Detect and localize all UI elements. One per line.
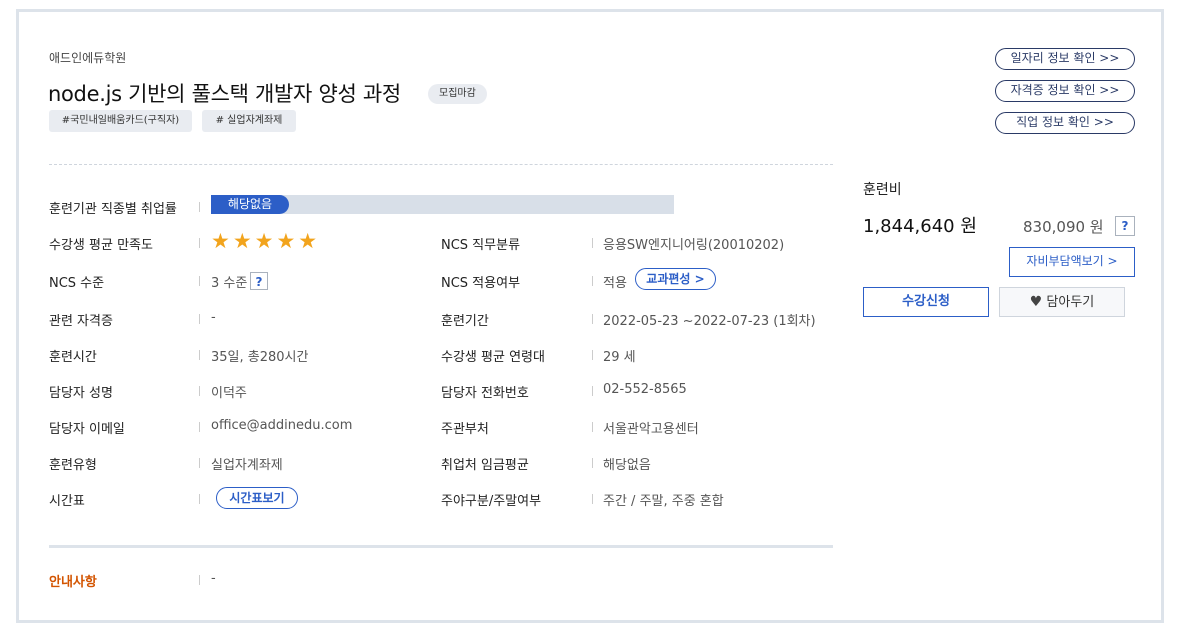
- separator: [199, 350, 200, 360]
- separator: [199, 458, 200, 468]
- section-divider: [49, 545, 833, 548]
- separator: [592, 386, 593, 396]
- separator: [592, 350, 593, 360]
- star-rating-icon: ★★★★★: [211, 229, 321, 253]
- fee-help-icon[interactable]: ?: [1115, 216, 1135, 236]
- avg-age-value: 29 세: [603, 350, 636, 365]
- department-label: 주관부처: [441, 422, 489, 437]
- manager-phone-value: 02-552-8565: [603, 382, 687, 397]
- training-time-label: 훈련시간: [49, 350, 97, 365]
- header-divider: [49, 164, 833, 165]
- status-badge: 모집마감: [428, 84, 487, 104]
- ncs-category-value: 응용SW엔지니어링(20010202): [603, 238, 785, 253]
- separator: [592, 314, 593, 324]
- ncs-apply-label: NCS 적용여부: [441, 276, 521, 291]
- manager-name-value: 이덕주: [211, 386, 247, 401]
- avg-age-label: 수강생 평균 연령대: [441, 350, 545, 365]
- separator: [199, 202, 200, 212]
- fee-total: 1,844,640 원: [863, 216, 977, 237]
- certificate-label: 관련 자격증: [49, 314, 113, 329]
- fee-self-pay: 830,090 원: [1023, 218, 1104, 236]
- separator: [592, 422, 593, 432]
- tag-unemployed-account: # 실업자계좌제: [202, 110, 296, 132]
- separator: [199, 276, 200, 286]
- separator: [592, 276, 593, 286]
- ncs-level-label: NCS 수준: [49, 276, 105, 291]
- separator: [199, 575, 200, 585]
- course-title: node.js 기반의 풀스택 개발자 양성 과정: [48, 82, 401, 106]
- ncs-level-help-icon[interactable]: ?: [250, 272, 268, 290]
- heart-icon: ♥: [1029, 294, 1043, 310]
- occupation-info-link[interactable]: 직업 정보 확인 >>: [995, 112, 1135, 134]
- avg-wage-value: 해당없음: [603, 458, 651, 473]
- avg-wage-label: 취업처 임금평균: [441, 458, 529, 473]
- separator: [199, 494, 200, 504]
- training-period-label: 훈련기간: [441, 314, 489, 329]
- manager-name-label: 담당자 성명: [49, 386, 113, 401]
- tag-national-card: #국민내일배움카드(구직자): [49, 110, 192, 132]
- separator: [199, 314, 200, 324]
- separator: [592, 494, 593, 504]
- timetable-button[interactable]: 시간표보기: [216, 487, 298, 509]
- timetable-label: 시간표: [49, 494, 85, 509]
- ncs-category-label: NCS 직무분류: [441, 238, 521, 253]
- separator: [199, 422, 200, 432]
- day-type-value: 주간 / 주말, 주중 혼합: [603, 494, 724, 509]
- training-period-value: 2022-05-23 ~2022-07-23 (1회차): [603, 314, 816, 329]
- curriculum-button[interactable]: 교과편성 >: [635, 268, 716, 290]
- separator: [592, 238, 593, 248]
- day-type-label: 주야구분/주말여부: [441, 494, 542, 509]
- separator: [592, 458, 593, 468]
- self-pay-button[interactable]: 자비부담액보기 >: [1009, 247, 1135, 277]
- employment-rate-value: 해당없음: [211, 195, 289, 214]
- satisfaction-label: 수강생 평균 만족도: [49, 238, 153, 253]
- ncs-level-value: 3 수준: [211, 276, 248, 291]
- separator: [199, 238, 200, 248]
- apply-button[interactable]: 수강신청: [863, 287, 989, 317]
- notice-value: -: [211, 571, 216, 586]
- manager-phone-label: 담당자 전화번호: [441, 386, 529, 401]
- fee-label: 훈련비: [863, 182, 902, 198]
- wishlist-button[interactable]: ♥ 담아두기: [999, 287, 1125, 317]
- training-type-label: 훈련유형: [49, 458, 97, 473]
- department-value: 서울관악고용센터: [603, 422, 699, 437]
- certificate-info-link[interactable]: 자격증 정보 확인 >>: [995, 80, 1135, 102]
- manager-email-value: office@addinedu.com: [211, 418, 353, 433]
- separator: [199, 386, 200, 396]
- certificate-value: -: [211, 310, 216, 325]
- job-info-link[interactable]: 일자리 정보 확인 >>: [995, 48, 1135, 70]
- manager-email-label: 담당자 이메일: [49, 422, 125, 437]
- training-type-value: 실업자계좌제: [211, 458, 283, 473]
- training-time-value: 35일, 총280시간: [211, 350, 309, 365]
- employment-rate-label: 훈련기관 직종별 취업률: [49, 202, 177, 217]
- wishlist-button-label: 담아두기: [1046, 295, 1095, 310]
- ncs-apply-value: 적용: [603, 276, 627, 291]
- institution-name: 애드인에듀학원: [49, 51, 127, 65]
- notice-label: 안내사항: [49, 575, 97, 590]
